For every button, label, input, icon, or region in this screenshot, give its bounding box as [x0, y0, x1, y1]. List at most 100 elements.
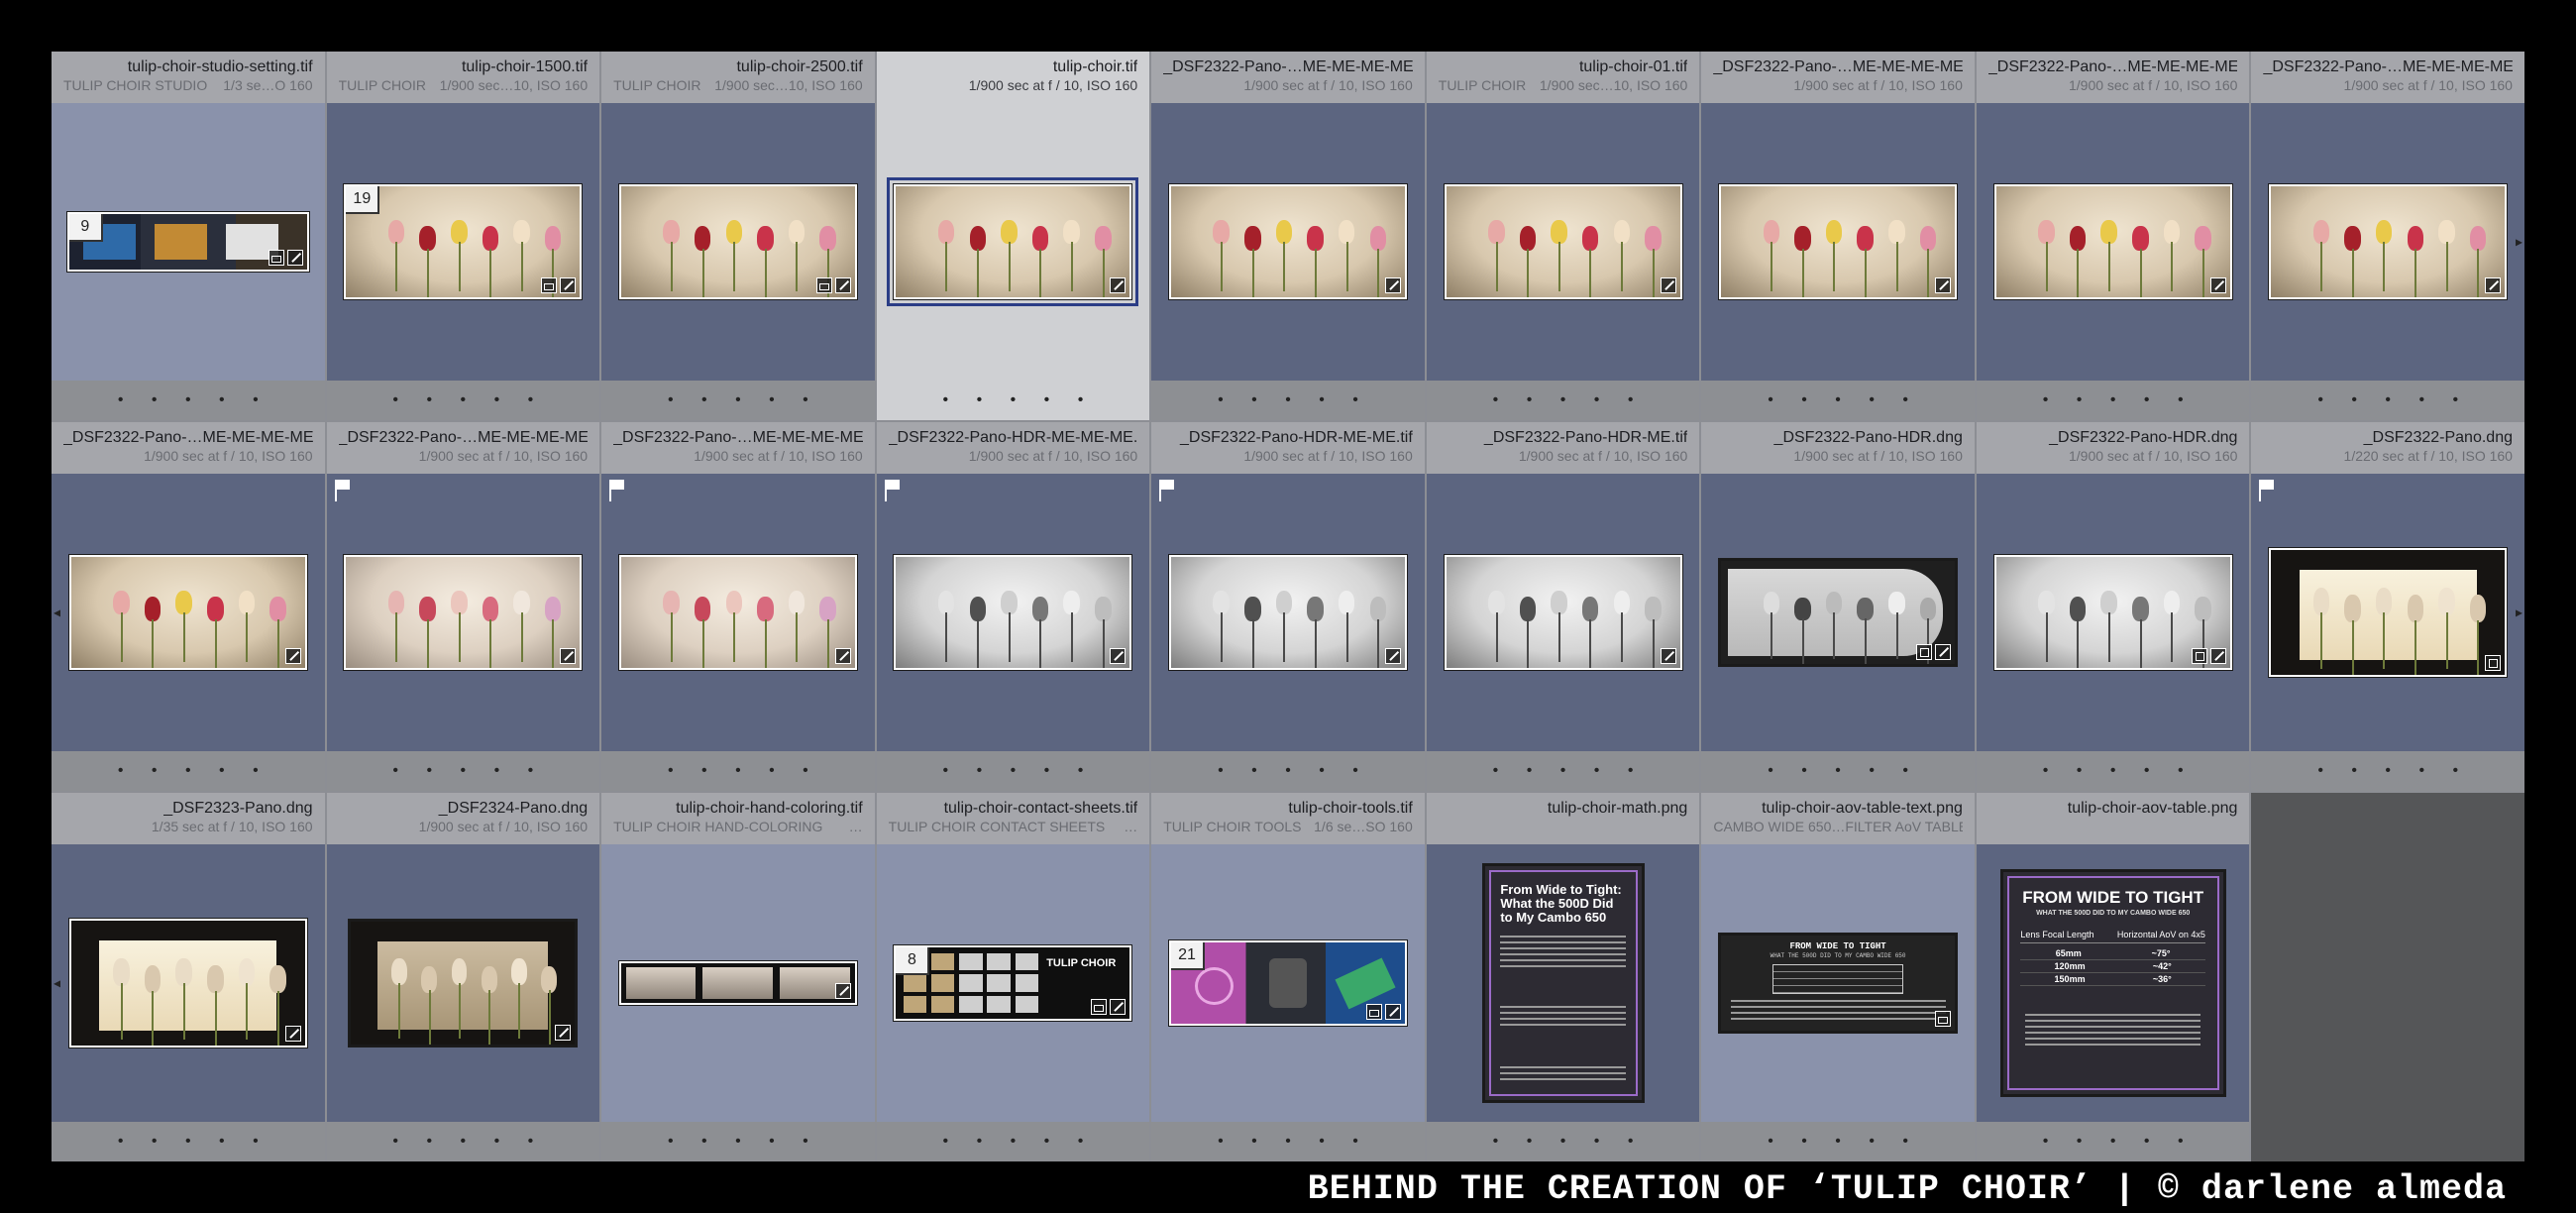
stack-badge-icon[interactable] [1365, 1004, 1382, 1020]
scroll-left-arrow-icon[interactable]: ◂ [54, 605, 60, 621]
photo-thumbnail[interactable] [1719, 559, 1958, 666]
photo-thumbnail[interactable] [1719, 184, 1958, 299]
thumbnail-area[interactable] [877, 474, 1150, 751]
photo-thumbnail[interactable] [2269, 548, 2508, 677]
thumbnail-area[interactable] [1977, 103, 2250, 381]
develop-adjustments-icon[interactable] [834, 648, 851, 664]
star-rating[interactable]: • • • • • [1756, 762, 1920, 780]
star-rating[interactable]: • • • • • [1481, 1133, 1646, 1151]
star-rating[interactable]: • • • • • [106, 391, 270, 409]
star-rating[interactable]: • • • • • [1481, 391, 1646, 409]
grid-cell[interactable]: _DSF2322-Pano-…ME-ME-ME-ME.tif 1/900 sec … [1976, 52, 2250, 420]
develop-adjustments-icon[interactable] [2209, 277, 2226, 293]
photo-thumbnail[interactable]: 19 [344, 184, 583, 299]
photo-thumbnail[interactable] [1993, 184, 2232, 299]
thumbnail-area[interactable] [877, 103, 1150, 381]
pick-flag-icon[interactable] [334, 480, 350, 501]
thumbnail-area[interactable] [1701, 474, 1975, 751]
photo-thumbnail[interactable] [68, 555, 307, 670]
thumbnail-area[interactable] [1151, 474, 1425, 751]
stack-count-badge[interactable]: 19 [346, 186, 380, 214]
grid-cell[interactable]: _DSF2322-Pano-…ME-ME-ME-ME.tif 1/900 sec … [52, 422, 325, 791]
pick-flag-icon[interactable] [1159, 480, 1175, 501]
scroll-left-arrow-icon[interactable]: ◂ [54, 975, 60, 992]
star-rating[interactable]: • • • • • [380, 762, 545, 780]
photo-thumbnail[interactable]: TULIP CHOIR 8 [894, 945, 1132, 1021]
photo-thumbnail[interactable] [894, 555, 1132, 670]
thumbnail-area[interactable] [1151, 103, 1425, 381]
photo-thumbnail[interactable] [618, 961, 857, 1005]
thumbnail-area[interactable] [1977, 474, 2250, 751]
stack-badge-icon[interactable] [541, 277, 558, 293]
grid-cell[interactable]: tulip-choir-hand-coloring.tif TULIP CHOIR… [601, 793, 875, 1161]
grid-cell[interactable]: _DSF2322-Pano-…ME-ME-ME-ME.tif 1/900 sec … [1151, 52, 1425, 420]
grid-cell[interactable]: _DSF2322-Pano-HDR.dng 1/900 sec at f / 10… [1701, 422, 1975, 791]
stack-badge-icon[interactable] [1091, 999, 1108, 1015]
thumbnail-area[interactable]: 19 [327, 103, 600, 381]
crop-badge-icon[interactable] [2485, 655, 2502, 671]
photo-thumbnail[interactable] [1168, 555, 1407, 670]
star-rating[interactable]: • • • • • [2031, 762, 2196, 780]
star-rating[interactable]: • • • • • [1756, 1133, 1920, 1151]
thumbnail-area[interactable] [327, 474, 600, 751]
photo-thumbnail[interactable] [68, 919, 307, 1048]
develop-adjustments-icon[interactable] [2209, 648, 2226, 664]
grid-cell[interactable]: tulip-choir-01.tif TULIP CHOIR 1/900 sec…1… [1426, 52, 1700, 420]
grid-cell[interactable]: _DSF2322-Pano-…ME-ME-ME-ME.tif 1/900 sec … [601, 422, 875, 791]
star-rating[interactable]: • • • • • [1206, 391, 1370, 409]
grid-cell[interactable]: _DSF2322-Pano-HDR-ME-ME-ME.tif 1/900 sec … [876, 422, 1150, 791]
photo-thumbnail[interactable]: From Wide to Tight: What the 500D Did to… [1482, 864, 1644, 1102]
grid-cell[interactable]: _DSF2322-Pano-HDR-ME.tif 1/900 sec at f /… [1426, 422, 1700, 791]
grid-cell[interactable]: _DSF2322-Pano.dng 1/220 sec at f / 10, IS… [2251, 422, 2524, 791]
pick-flag-icon[interactable] [609, 480, 625, 501]
star-rating[interactable]: • • • • • [1206, 762, 1370, 780]
thumbnail-area[interactable]: TULIP CHOIR 8 [877, 844, 1150, 1122]
develop-adjustments-icon[interactable] [1935, 277, 1952, 293]
grid-cell[interactable]: _DSF2323-Pano.dng 1/35 sec at f / 10, ISO… [52, 793, 325, 1161]
stack-badge-icon[interactable] [268, 250, 284, 266]
develop-adjustments-icon[interactable] [560, 648, 577, 664]
thumbnail-area[interactable] [601, 103, 875, 381]
thumbnail-area[interactable] [601, 844, 875, 1122]
photo-thumbnail[interactable]: FROM WIDE TO TIGHT WHAT THE 500D DID TO M… [1719, 934, 1958, 1033]
grid-cell[interactable]: tulip-choir-tools.tif TULIP CHOIR TOOLS 1/… [1151, 793, 1425, 1161]
photo-thumbnail[interactable] [618, 184, 857, 299]
scroll-right-arrow-icon[interactable]: ▸ [2516, 605, 2522, 621]
grid-cell[interactable]: _DSF2322-Pano-HDR.dng 1/900 sec at f / 10… [1976, 422, 2250, 791]
stack-count-badge[interactable]: 21 [1170, 942, 1205, 970]
star-rating[interactable]: • • • • • [2031, 391, 2196, 409]
star-rating[interactable]: • • • • • [656, 391, 820, 409]
pick-flag-icon[interactable] [2259, 480, 2275, 501]
grid-cell[interactable]: tulip-choir-math.png From Wide to Tight: … [1426, 793, 1700, 1161]
stack-count-badge[interactable]: 9 [68, 214, 103, 242]
develop-adjustments-icon[interactable] [284, 648, 301, 664]
stack-badge-icon[interactable] [1935, 1011, 1952, 1027]
pick-flag-icon[interactable] [884, 480, 900, 501]
thumbnail-area[interactable] [1427, 474, 1700, 751]
photo-thumbnail[interactable] [1993, 555, 2232, 670]
photo-thumbnail[interactable] [1444, 555, 1682, 670]
thumbnail-area[interactable]: ▸ [2251, 103, 2524, 381]
grid-cell[interactable]: tulip-choir-1500.tif TULIP CHOIR 1/900 sec… [326, 52, 600, 420]
photo-thumbnail[interactable] [2269, 184, 2508, 299]
develop-adjustments-icon[interactable] [1384, 277, 1401, 293]
thumbnail-area[interactable] [327, 844, 600, 1122]
develop-adjustments-icon[interactable] [560, 277, 577, 293]
thumbnail-area[interactable] [1427, 103, 1700, 381]
star-rating[interactable]: • • • • • [931, 1133, 1096, 1151]
stack-count-badge[interactable]: 8 [896, 947, 930, 975]
star-rating[interactable]: • • • • • [1481, 762, 1646, 780]
crop-badge-icon[interactable] [2191, 648, 2207, 664]
develop-adjustments-icon[interactable] [1110, 648, 1127, 664]
develop-adjustments-icon[interactable] [2485, 277, 2502, 293]
thumbnail-area[interactable]: ▸ [2251, 474, 2524, 751]
star-rating[interactable]: • • • • • [656, 1133, 820, 1151]
grid-cell[interactable]: tulip-choir-studio-setting.tif TULIP CHOI… [52, 52, 325, 420]
develop-adjustments-icon[interactable] [834, 277, 851, 293]
photo-thumbnail[interactable]: 21 [1168, 940, 1407, 1026]
grid-cell[interactable]: _DSF2322-Pano-…ME-ME-ME-ME.tif 1/900 sec … [326, 422, 600, 791]
photo-thumbnail[interactable] [344, 555, 583, 670]
develop-adjustments-icon[interactable] [286, 250, 303, 266]
star-rating[interactable]: • • • • • [931, 391, 1096, 409]
thumbnail-area[interactable]: ◂ [52, 844, 325, 1122]
